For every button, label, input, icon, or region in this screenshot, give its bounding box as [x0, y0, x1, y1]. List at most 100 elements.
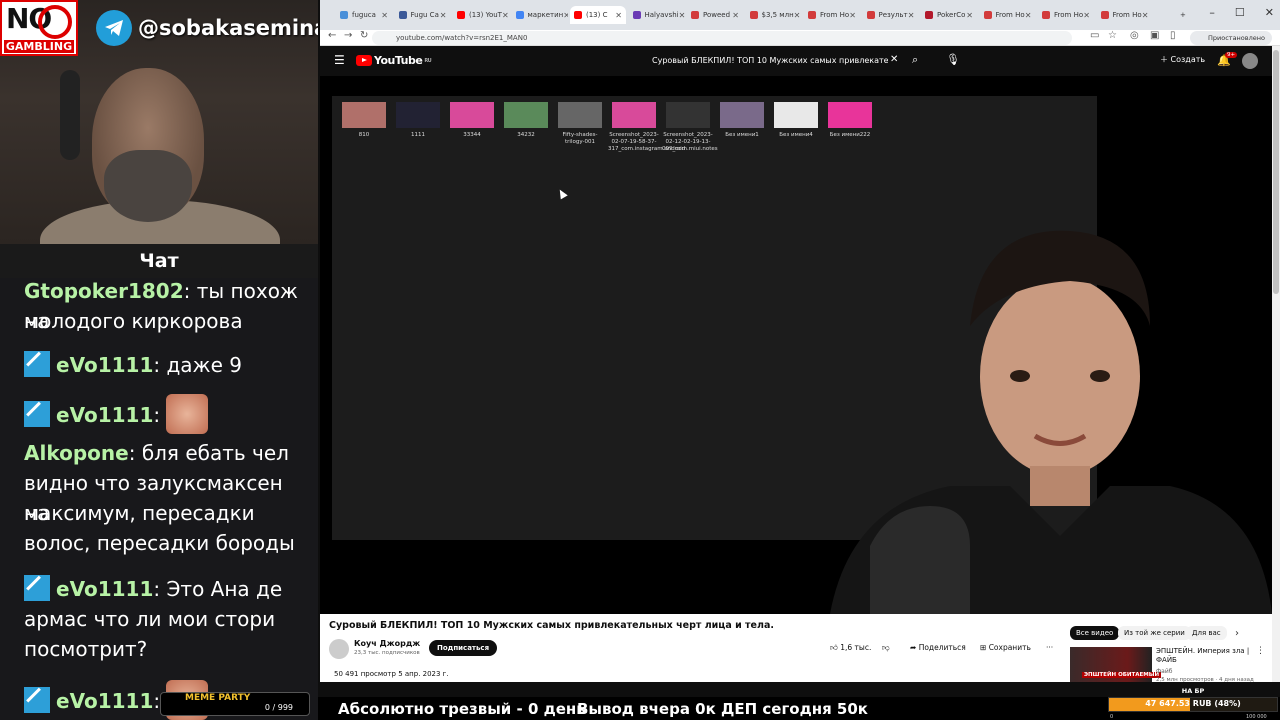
channel-name[interactable]: Коуч Джордж: [354, 639, 420, 648]
new-tab-button[interactable]: +: [1176, 6, 1186, 24]
balance-max: 100 000: [1246, 714, 1267, 720]
close-window-button[interactable]: ✕: [1265, 6, 1274, 19]
profile-paused[interactable]: Приостановлено: [1190, 31, 1272, 45]
tab-close-icon[interactable]: ✕: [966, 11, 977, 20]
create-button[interactable]: ＋ Создать: [1160, 54, 1205, 65]
channel-avatar[interactable]: [329, 639, 349, 659]
tab-label: $3,5 млн: [761, 11, 794, 19]
browser-tab[interactable]: From Ho ✕: [1038, 6, 1094, 24]
tab-close-icon[interactable]: ✕: [908, 11, 919, 20]
youtube-logo[interactable]: YouTube RU: [356, 54, 432, 67]
desktop-file-icon: Fifty-shades-trilogy-001: [554, 96, 606, 146]
clear-search-icon[interactable]: ✕: [890, 54, 898, 65]
chat-message: Alkopone: бля ебать чел: [24, 441, 289, 465]
browser-tab[interactable]: From Ho ✕: [1097, 6, 1153, 24]
browser-tab[interactable]: Результ ✕: [863, 6, 919, 24]
chat-username[interactable]: Alkopone: [24, 441, 129, 465]
puzzle-icon[interactable]: ▣: [1150, 30, 1159, 41]
tab-close-icon[interactable]: ✕: [732, 11, 743, 20]
moderator-badge-icon: [24, 687, 50, 713]
bookmark-star-icon[interactable]: ☆: [1108, 30, 1117, 41]
tab-close-icon[interactable]: ✕: [849, 11, 860, 20]
tab-close-icon[interactable]: ✕: [563, 11, 567, 20]
chat-username[interactable]: eVo1111: [56, 353, 153, 377]
dislike-button[interactable]: 👎︎: [882, 640, 890, 656]
channel-subscribers: 23,3 тыс. подписчиков: [354, 650, 420, 656]
chat-message: максимум, пересадки: [24, 498, 304, 528]
tab-close-icon[interactable]: ✕: [1025, 11, 1036, 20]
desktop-file-icon: 33344: [446, 96, 498, 139]
recommended-title[interactable]: ЭПШТЕЙН. Империя зла | ФАЙБ: [1156, 647, 1256, 665]
browser-tab[interactable]: Poweed ✕: [687, 6, 743, 24]
microphone-icon[interactable]: 🎙: [946, 53, 960, 66]
video-player[interactable]: 810 1111 33344 34232 Fifty-shades-trilogy-00…: [320, 76, 1272, 614]
browser-tab[interactable]: From Ho ✕: [804, 6, 860, 24]
chat-username[interactable]: eVo1111: [56, 577, 153, 601]
chevron-right-icon[interactable]: ›: [1235, 628, 1239, 639]
tab-close-icon[interactable]: ✕: [1083, 11, 1094, 20]
tab-close-icon[interactable]: ✕: [679, 11, 685, 20]
thumbnail-tag: ЭПШТЕЙН ОБИТАЕМЫЙ: [1082, 672, 1162, 678]
browser-tab[interactable]: маркетин ✕: [512, 6, 568, 24]
recommended-views: 2,5 млн просмотров · 4 дня назад: [1156, 677, 1254, 683]
file-thumbnail: [342, 102, 386, 128]
moderator-badge-icon: [24, 351, 50, 377]
back-icon[interactable]: ←: [328, 30, 336, 41]
chat-text: посмотрит?: [24, 637, 148, 661]
telegram-icon: [96, 10, 132, 46]
page-scrollbar[interactable]: [1272, 46, 1280, 682]
extension-icon[interactable]: ◎: [1130, 30, 1139, 41]
address-bar[interactable]: youtube.com/watch?v=rsn2E1_MAN0: [372, 31, 1072, 45]
chat-text: молодого киркорова: [24, 309, 243, 333]
file-name: Fifty-shades-trilogy-001: [562, 132, 598, 145]
chat-username[interactable]: eVo1111: [56, 689, 153, 713]
browser-tab[interactable]: PokerCo ✕: [921, 6, 977, 24]
tab-favicon-icon: [866, 11, 875, 19]
tab-label: Fugu Ca: [410, 11, 439, 19]
tab-favicon-icon: [340, 11, 348, 19]
browser-tab[interactable]: (13) С ✕: [570, 6, 626, 24]
tab-close-icon[interactable]: ✕: [794, 11, 802, 20]
tab-favicon-icon: [925, 11, 933, 19]
subscribe-button[interactable]: Подписаться: [429, 640, 498, 656]
kebab-menu-icon[interactable]: ⋮: [1256, 646, 1265, 656]
sober-counter: Абсолютно трезвый - 0 день: [338, 700, 586, 718]
chat-message: армас что ли мои стори: [24, 604, 304, 634]
maximize-button[interactable]: ☐: [1235, 6, 1245, 19]
cast-icon[interactable]: ▭: [1090, 30, 1099, 41]
file-name: Без имени4: [779, 132, 813, 138]
tab-close-icon[interactable]: ✕: [1142, 11, 1153, 20]
filter-chip[interactable]: Из той же серии: [1118, 626, 1191, 640]
browser-tab[interactable]: Fugu Ca ✕: [395, 6, 451, 24]
search-icon[interactable]: ⌕: [912, 53, 918, 67]
chat-message: молодого киркорова: [24, 306, 304, 336]
share-button[interactable]: ➦ Поделиться: [910, 640, 966, 656]
like-button[interactable]: 👍︎ 1,6 тыс.: [830, 640, 871, 656]
tab-close-icon[interactable]: ✕: [615, 11, 626, 20]
chat-username[interactable]: Gtopoker1802: [24, 279, 184, 303]
sidepanel-icon[interactable]: ▯: [1170, 30, 1176, 41]
reload-icon[interactable]: ↻: [360, 30, 368, 41]
avatar[interactable]: [1242, 53, 1258, 69]
search-input[interactable]: Суровый БЛЕКПИЛ! ТОП 10 Мужских самых пр…: [642, 52, 888, 70]
desktop-file-icon: Без имени222: [824, 96, 876, 139]
file-name: Screenshot_2023-02-07-19-58-37-317_com.i…: [608, 132, 686, 152]
menu-icon[interactable]: ☰: [334, 53, 345, 67]
filter-chip[interactable]: Для вас: [1186, 626, 1227, 640]
tab-favicon-icon: [983, 11, 992, 19]
chat-username[interactable]: eVo1111: [56, 403, 153, 427]
browser-tab[interactable]: Halyavshi ✕: [629, 6, 685, 24]
tab-close-icon[interactable]: ✕: [502, 11, 509, 20]
filter-chip[interactable]: Все видео: [1070, 626, 1120, 640]
forward-icon[interactable]: →: [344, 30, 352, 41]
tab-close-icon[interactable]: ✕: [381, 11, 392, 20]
more-actions-button[interactable]: ···: [1046, 640, 1053, 656]
browser-tab[interactable]: fuguca ✕: [336, 6, 392, 24]
browser-tab[interactable]: (13) YouT ✕: [453, 6, 509, 24]
browser-tab[interactable]: $3,5 млн ✕: [746, 6, 802, 24]
save-button[interactable]: ⊞ Сохранить: [980, 640, 1031, 656]
minimize-button[interactable]: –: [1209, 6, 1215, 19]
desktop-file-icon: Без имени4: [770, 96, 822, 139]
tab-close-icon[interactable]: ✕: [440, 11, 451, 20]
browser-tab[interactable]: From Ho ✕: [980, 6, 1036, 24]
